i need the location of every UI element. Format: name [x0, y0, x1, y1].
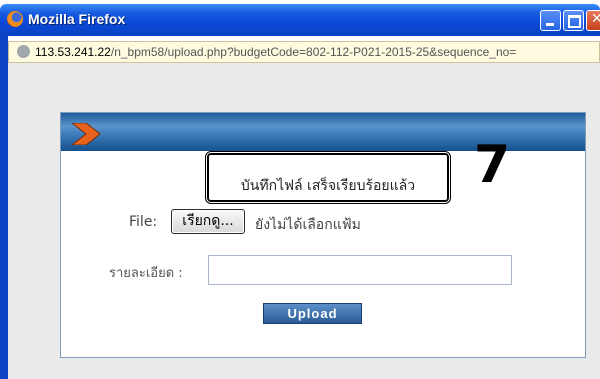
- window-frame: [0, 36, 8, 379]
- url-path: /n_bpm58/upload.php?budgetCode=802-112-P…: [110, 45, 517, 59]
- upload-button[interactable]: Upload: [263, 303, 362, 324]
- success-message-box: บันทึกไฟล์ เสร็จเรียบร้อยแล้ว: [205, 151, 451, 204]
- success-message: บันทึกไฟล์ เสร็จเรียบร้อยแล้ว: [240, 178, 416, 194]
- description-input[interactable]: [208, 255, 512, 285]
- chevron-right-icon: [71, 123, 101, 145]
- close-button[interactable]: [586, 10, 600, 31]
- maximize-button[interactable]: [563, 10, 584, 31]
- url-host: 113.53.241.22: [35, 45, 111, 59]
- description-label: รายละเอียด :: [109, 266, 183, 281]
- minimize-button[interactable]: [540, 10, 561, 31]
- browse-button[interactable]: เรียกดู...: [171, 209, 245, 234]
- globe-icon: [17, 45, 30, 58]
- address-bar[interactable]: 113.53.241.22/n_bpm58/upload.php?budgetC…: [8, 41, 600, 63]
- no-file-selected-text: ยังไม่ได้เลือกแฟ้ม: [255, 217, 361, 233]
- file-label: File:: [129, 214, 158, 230]
- firefox-icon: [7, 11, 23, 27]
- window-titlebar[interactable]: Mozilla Firefox: [0, 4, 600, 36]
- step-number-annotation: 7: [474, 135, 511, 195]
- upload-dialog: บันทึกไฟล์ เสร็จเรียบร้อยแล้ว 7 File: เร…: [60, 112, 586, 358]
- window-title: Mozilla Firefox: [28, 11, 126, 27]
